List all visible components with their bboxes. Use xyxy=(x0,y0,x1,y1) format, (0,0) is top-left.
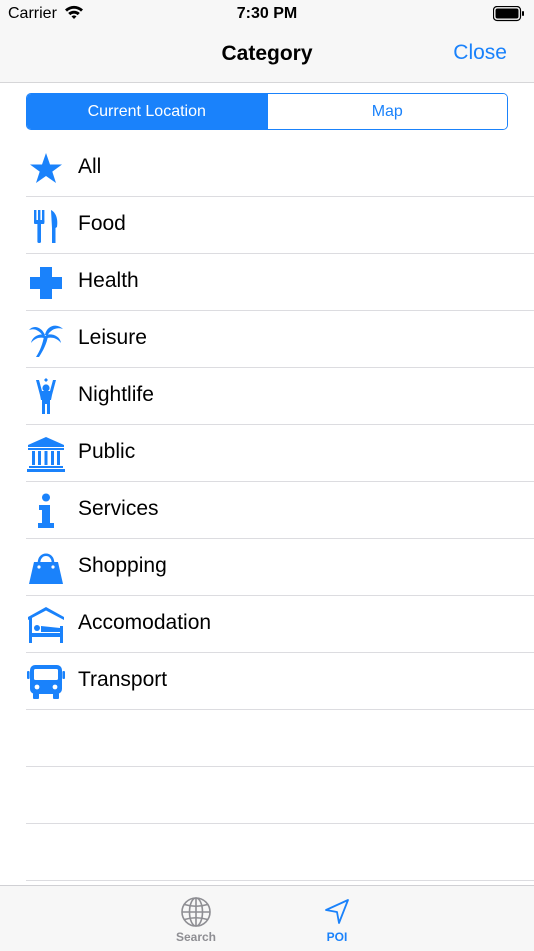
star-icon xyxy=(27,150,65,188)
status-bar: Carrier 7:30 PM xyxy=(0,0,534,28)
tab-search[interactable]: Search xyxy=(131,886,261,951)
battery-icon xyxy=(492,5,525,27)
tab-poi-label: POI xyxy=(326,930,348,944)
category-label: Accomodation xyxy=(78,611,212,634)
palm-tree-icon xyxy=(27,321,65,359)
category-label: Transport xyxy=(78,668,168,691)
close-button[interactable]: Close xyxy=(453,41,507,65)
category-row-public[interactable]: Public xyxy=(0,425,534,482)
category-row-food[interactable]: Food xyxy=(0,197,534,254)
tab-poi[interactable]: POI xyxy=(272,886,402,951)
shopping-bag-icon xyxy=(27,549,65,587)
dancer-icon xyxy=(27,378,65,416)
category-label: Public xyxy=(78,440,136,463)
bus-icon xyxy=(27,663,65,701)
category-label: Food xyxy=(78,212,126,235)
tab-search-label: Search xyxy=(175,930,217,944)
empty-row xyxy=(0,710,534,767)
category-row-transport[interactable]: Transport xyxy=(0,653,534,710)
segment-map[interactable]: Map xyxy=(266,94,507,129)
cross-icon xyxy=(27,264,65,302)
empty-row xyxy=(0,767,534,824)
category-row-all[interactable]: All xyxy=(0,140,534,197)
navigation-bar: Category Close xyxy=(0,28,534,83)
category-label: All xyxy=(78,155,102,178)
info-icon xyxy=(27,492,65,530)
fork-knife-icon xyxy=(27,207,65,245)
category-row-shopping[interactable]: Shopping xyxy=(0,539,534,596)
globe-icon xyxy=(181,897,211,927)
tab-bar: Search POI xyxy=(0,885,534,951)
location-segmented-control: Current Location Map xyxy=(26,93,508,130)
category-row-leisure[interactable]: Leisure xyxy=(0,311,534,368)
segment-current-location[interactable]: Current Location xyxy=(27,94,267,129)
category-row-health[interactable]: Health xyxy=(0,254,534,311)
location-arrow-icon xyxy=(325,899,349,924)
empty-row xyxy=(0,824,534,881)
category-label: Leisure xyxy=(78,326,147,349)
category-row-services[interactable]: Services xyxy=(0,482,534,539)
category-row-accomodation[interactable]: Accomodation xyxy=(0,596,534,653)
building-icon xyxy=(27,435,65,473)
status-time: 7:30 PM xyxy=(236,5,298,22)
category-row-nightlife[interactable]: Nightlife xyxy=(0,368,534,425)
category-list: All Food Health Leisure Nightlife Public… xyxy=(0,140,534,881)
category-label: Shopping xyxy=(78,554,167,577)
category-label: Services xyxy=(78,497,159,520)
bed-icon xyxy=(27,606,65,644)
category-label: Nightlife xyxy=(78,383,154,406)
category-label: Health xyxy=(78,269,139,292)
